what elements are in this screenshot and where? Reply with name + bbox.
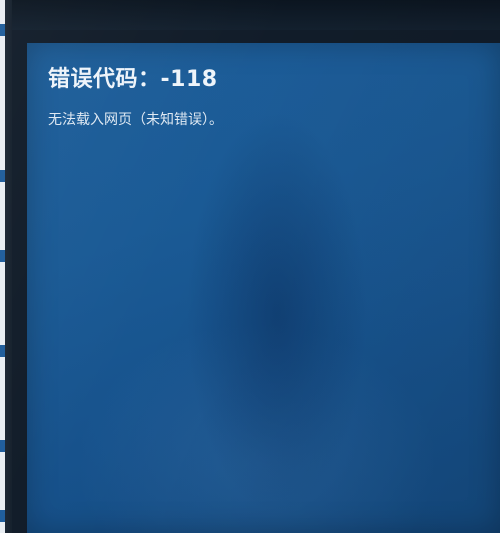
edge-artifact [0,170,5,182]
error-page: 错误代码：-118 无法载入网页（未知错误）。 [27,43,500,533]
error-code-title: 错误代码：-118 [48,67,218,92]
error-message: 无法载入网页（未知错误）。 [48,112,223,128]
edge-artifact [0,345,5,357]
edge-artifact [0,510,5,522]
edge-artifact [0,24,5,36]
monitor-left-bezel [0,0,12,533]
monitor-photo: 错误代码：-118 无法载入网页（未知错误）。 [0,0,500,533]
edge-artifact [0,250,5,262]
edge-artifact [0,440,5,452]
monitor-top-bezel [0,0,500,30]
